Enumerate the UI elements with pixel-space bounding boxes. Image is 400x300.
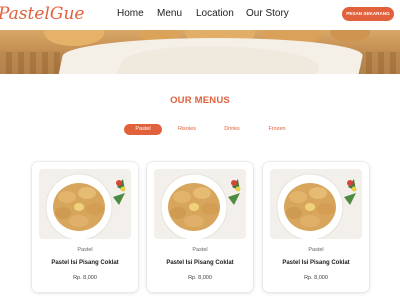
product-name: Pastel Isi Pisang Coklat [166, 260, 234, 266]
nav-item-menu[interactable]: Menu [157, 8, 182, 19]
product-name: Pastel Isi Pisang Coklat [282, 260, 350, 266]
product-name: Pastel Isi Pisang Coklat [51, 260, 119, 266]
tab-drinks[interactable]: Drinks [218, 124, 246, 135]
main-nav: Home Menu Location Our Story [0, 8, 400, 22]
product-price: Rp. 8,000 [73, 275, 97, 281]
product-category: Pastel [192, 247, 208, 253]
product-price: Rp. 8,000 [188, 275, 212, 281]
tab-pastel[interactable]: Pastel [124, 124, 162, 135]
top-navbar: PastelGue Home Menu Location Our Story P… [0, 0, 400, 30]
product-category: Pastel [308, 247, 324, 253]
product-card[interactable]: Pastel Pastel Isi Pisang Coklat Rp. 8,00… [32, 162, 138, 292]
menu-section-title: OUR MENUS [170, 95, 230, 106]
nav-item-home[interactable]: Home [117, 8, 144, 19]
nav-item-our-story[interactable]: Our Story [246, 8, 289, 19]
product-price: Rp. 8,000 [304, 275, 328, 281]
product-card[interactable]: Pastel Pastel Isi Pisang Coklat Rp. 8,00… [263, 162, 369, 292]
product-category: Pastel [77, 247, 93, 253]
product-card[interactable]: Pastel Pastel Isi Pisang Coklat Rp. 8,00… [147, 162, 253, 292]
nav-item-location[interactable]: Location [196, 8, 234, 19]
menu-category-tabs: Pastel Risoles Drinks Frozen [0, 124, 400, 136]
pastel-plate-image [39, 169, 131, 239]
pastel-plate-image [154, 169, 246, 239]
tab-risoles[interactable]: Risoles [172, 124, 202, 135]
order-now-button[interactable]: PESAN SEKARANG [342, 7, 394, 21]
pastel-plate-image [270, 169, 362, 239]
tab-frozen[interactable]: Frozen [262, 124, 292, 135]
hero-banner-image [0, 30, 400, 74]
